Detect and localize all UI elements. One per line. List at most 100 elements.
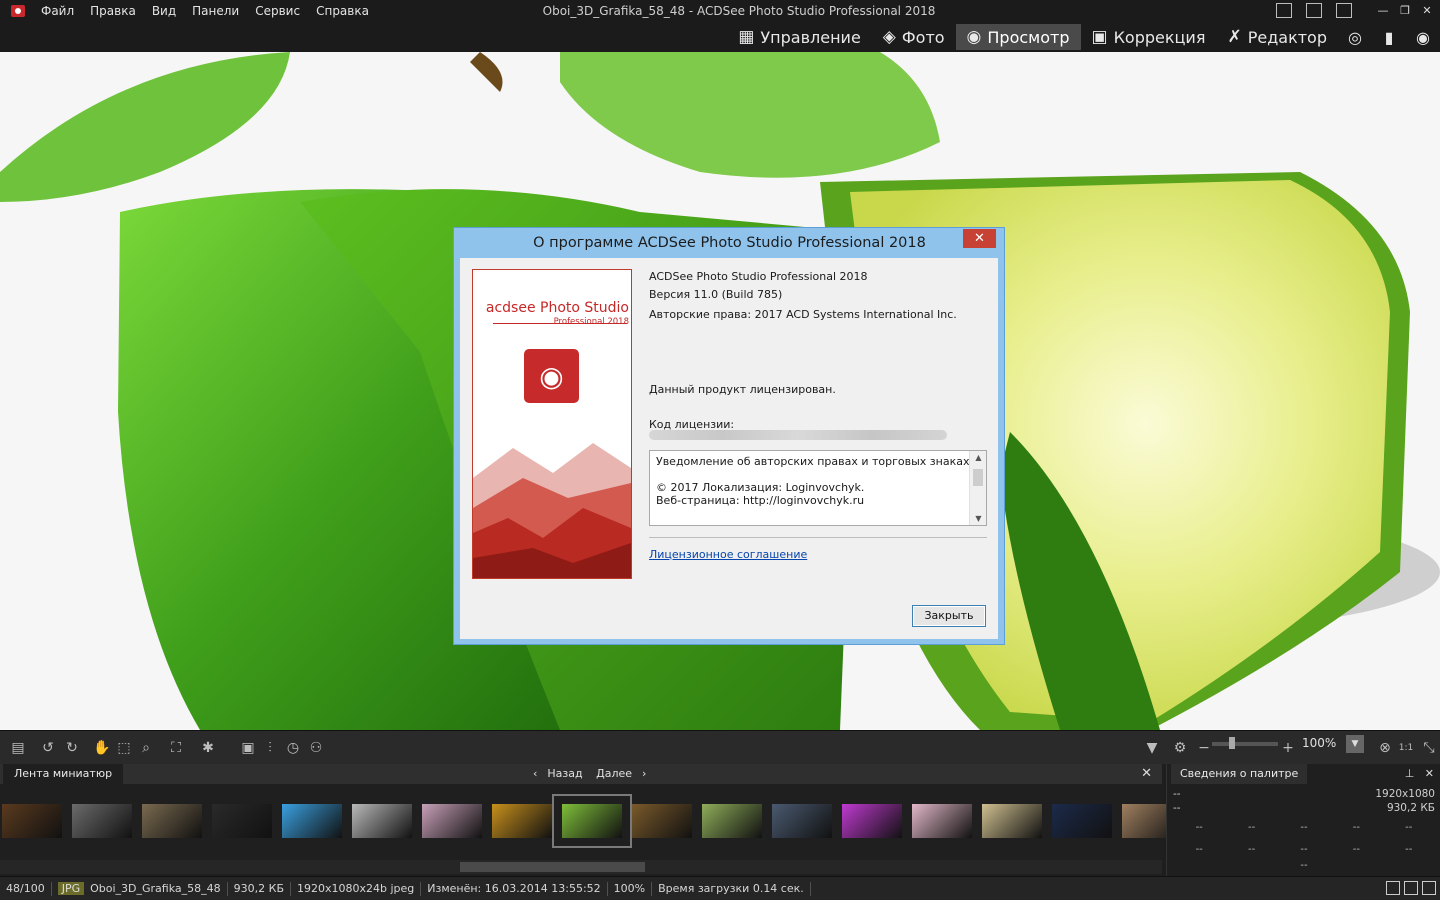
acdsee-logo: acdsee Photo Studio Professional 2018 — [485, 300, 629, 327]
filmstrip-thumbnail[interactable] — [1052, 804, 1112, 838]
adjust-icon[interactable]: ⫶ — [262, 740, 278, 756]
zoom-reset-icon[interactable]: ⊗ — [1377, 740, 1393, 756]
palette-close-icon[interactable]: ✕ — [1425, 767, 1434, 780]
back-button[interactable]: Назад — [547, 767, 582, 780]
filmstrip-thumbnail[interactable] — [282, 804, 342, 838]
color-mode-icon[interactable] — [1404, 881, 1418, 895]
clock-icon[interactable]: ◷ — [285, 740, 301, 756]
mode-edit[interactable]: ✗ Редактор — [1216, 24, 1338, 50]
palette-tab[interactable]: Сведения о палитре — [1171, 764, 1308, 784]
zoom-in-icon[interactable]: + — [1280, 740, 1296, 756]
zoom-dropdown-icon[interactable]: ▼ — [1346, 735, 1364, 753]
face-icon[interactable]: ⚇ — [308, 740, 324, 756]
layout-right-panel-icon[interactable] — [1336, 3, 1352, 18]
select-tool-icon[interactable]: ⬚ — [116, 740, 132, 756]
next-button[interactable]: Далее — [596, 767, 632, 780]
close-button[interactable]: Закрыть — [912, 605, 986, 627]
filmstrip-tab[interactable]: Лента миниатюр — [3, 764, 124, 784]
menu-edit[interactable]: Правка — [82, 0, 144, 22]
filmstrip-thumbnail[interactable] — [772, 804, 832, 838]
black-white-icon[interactable] — [1422, 881, 1436, 895]
menu-panels[interactable]: Панели — [184, 0, 247, 22]
menu-tools[interactable]: Сервис — [247, 0, 308, 22]
filmstrip-thumbnail[interactable] — [352, 804, 412, 838]
filmstrip-scrollbar[interactable] — [0, 860, 1162, 874]
rotate-left-icon[interactable]: ↺ — [40, 740, 56, 756]
view-mode-icon[interactable] — [1386, 881, 1400, 895]
restore-icon[interactable]: ❐ — [1398, 0, 1412, 22]
window-controls: — ❐ ✕ — [1376, 0, 1434, 22]
palette-cells-row-3: -- — [1300, 860, 1308, 871]
viewer-toolbar: ▤ ↺ ↻ ✋ ⬚ ⌕ ⛶ ✱ ▣ ⫶ ◷ ⚇ ▼ ⚙ − + ⊗ 1:1 ⤡ — [0, 730, 1440, 764]
fit-icon[interactable]: ⤡ — [1421, 740, 1437, 756]
mode-view[interactable]: ◉ Просмотр — [955, 24, 1081, 50]
filmstrip-thumbnail[interactable] — [72, 804, 132, 838]
zoom-slider-handle[interactable] — [1229, 737, 1235, 749]
palette-info-panel: Сведения о палитре ⊥ ✕ -- 1920x1080 -- 9… — [1166, 764, 1440, 876]
filmstrip-nav: ‹ Назад Далее › — [528, 764, 651, 784]
zoom-slider[interactable] — [1212, 742, 1278, 746]
filmstrip-thumbnail[interactable] — [492, 804, 552, 838]
product-name: ACDSee Photo Studio Professional 2018 — [649, 270, 868, 283]
status-modified: Изменён: 16.03.2014 13:55:52 — [421, 881, 608, 896]
scroll-up-icon[interactable]: ▲ — [970, 453, 987, 462]
hand-tool-icon[interactable]: ✋ — [93, 740, 110, 756]
filmstrip-thumbnail[interactable] — [632, 804, 692, 838]
scroll-thumb[interactable] — [973, 469, 983, 486]
filmstrip-thumbnail[interactable] — [212, 804, 272, 838]
filmstrip-scroll-thumb[interactable] — [460, 862, 645, 872]
compare-icon[interactable]: ▣ — [240, 740, 256, 756]
filmstrip-close-icon[interactable]: ✕ — [1141, 764, 1152, 784]
filmstrip-thumbnail[interactable] — [552, 794, 632, 848]
chevron-right-icon[interactable]: › — [642, 767, 646, 780]
filmstrip-thumbnail[interactable] — [842, 804, 902, 838]
pin-icon[interactable]: ⊥ — [1405, 767, 1415, 780]
title-bar: Файл Правка Вид Панели Сервис Справка Ob… — [0, 0, 1440, 22]
chevron-left-icon[interactable]: ‹ — [533, 767, 537, 780]
rotate-right-icon[interactable]: ↻ — [64, 740, 80, 756]
gear-icon[interactable]: ⚙ — [1172, 740, 1188, 756]
scroll-down-icon[interactable]: ▼ — [970, 514, 987, 523]
chevron-down-icon[interactable]: ▼ — [1144, 740, 1160, 756]
zoom-input[interactable]: 100% — [1302, 734, 1346, 752]
mode-photo[interactable]: ◈ Фото — [872, 24, 956, 50]
filmstrip-thumbnail[interactable] — [982, 804, 1042, 838]
zoom-out-icon[interactable]: − — [1196, 740, 1212, 756]
settings-icon[interactable]: ✱ — [200, 740, 216, 756]
mode-manage[interactable]: ▦ Управление — [727, 24, 871, 50]
tools-icon: ✗ — [1227, 27, 1242, 47]
palette-controls: ⊥ ✕ — [1405, 764, 1434, 784]
eye-icon[interactable]: ◉ — [1410, 24, 1436, 50]
notice-scrollbar[interactable]: ▲ ▼ — [969, 451, 986, 525]
app-icon[interactable] — [11, 5, 25, 17]
status-index: 48/100 — [0, 881, 52, 896]
actual-size-icon[interactable]: 1:1 — [1398, 740, 1414, 756]
save-icon[interactable]: ▤ — [10, 740, 26, 756]
filmstrip-thumbnail[interactable] — [422, 804, 482, 838]
365-icon[interactable]: ◎ — [1342, 24, 1368, 50]
filmstrip-header: Лента миниатюр ‹ Назад Далее › ✕ — [0, 764, 1162, 784]
minimize-icon[interactable]: — — [1376, 0, 1390, 22]
logo-underline — [493, 323, 627, 324]
version-text: Версия 11.0 (Build 785) — [649, 288, 783, 301]
filmstrip-thumbnail[interactable] — [912, 804, 972, 838]
notice-textbox[interactable]: Уведомление об авторских правах и торгов… — [649, 450, 987, 526]
menu-file[interactable]: Файл — [33, 0, 82, 22]
layout-bottom-panel-icon[interactable] — [1306, 3, 1322, 18]
mode-bar: ▦ Управление ◈ Фото ◉ Просмотр ▣ Коррекция ✗… — [0, 22, 1440, 52]
menu-help[interactable]: Справка — [308, 0, 377, 22]
close-window-icon[interactable]: ✕ — [1420, 0, 1434, 22]
zoom-tool-icon[interactable]: ⌕ — [138, 740, 154, 756]
dashboard-icon[interactable]: ▮ — [1376, 24, 1402, 50]
fullscreen-icon[interactable]: ⛶ — [168, 740, 184, 756]
filmstrip-thumbnail[interactable] — [702, 804, 762, 838]
dialog-close-button[interactable]: ✕ — [963, 229, 996, 248]
license-agreement-link[interactable]: Лицензионное соглашение — [649, 548, 807, 561]
dialog-body: acdsee Photo Studio Professional 2018 ◉ … — [460, 258, 998, 639]
status-icons — [1386, 881, 1436, 895]
menu-view[interactable]: Вид — [144, 0, 184, 22]
layout-left-panel-icon[interactable] — [1276, 3, 1292, 18]
filmstrip-thumbnail[interactable] — [142, 804, 202, 838]
mode-develop[interactable]: ▣ Коррекция — [1081, 24, 1217, 50]
filmstrip-thumbnail[interactable] — [2, 804, 62, 838]
